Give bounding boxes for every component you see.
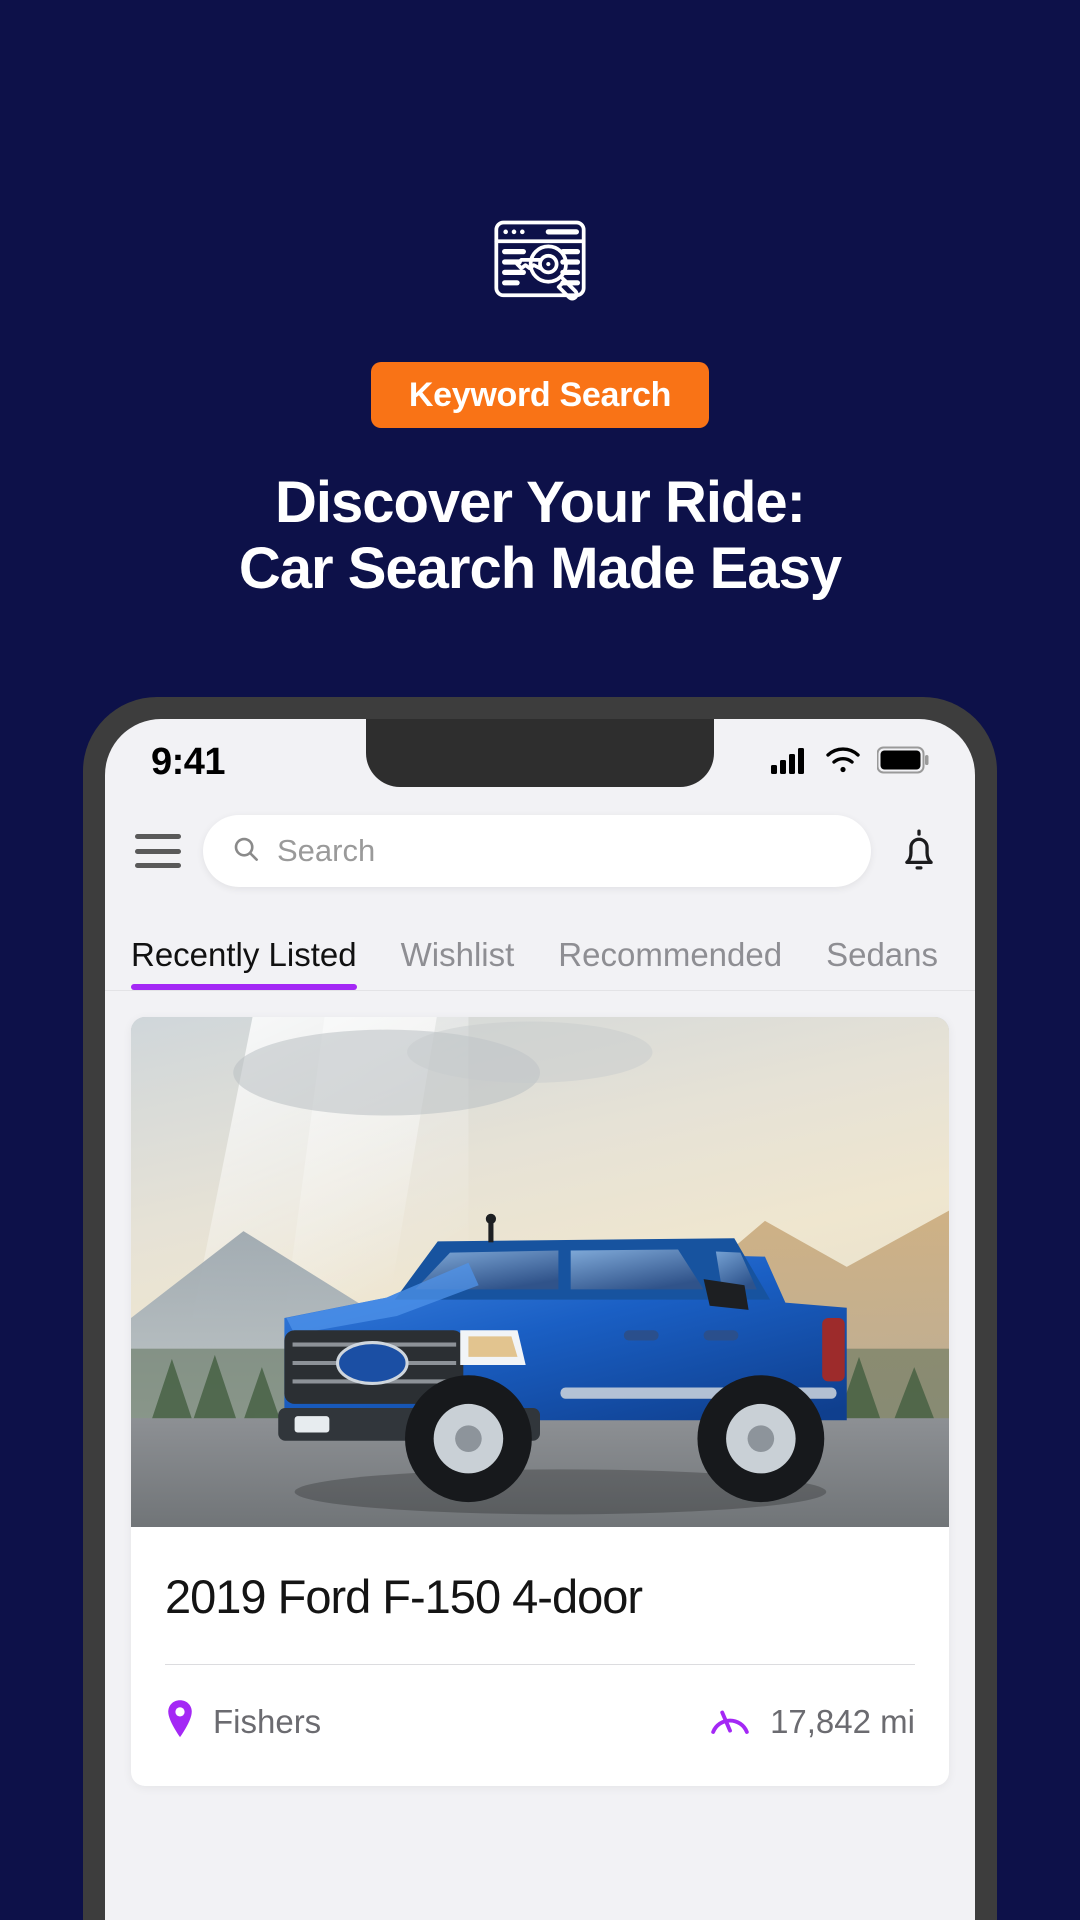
headline-line-1: Discover Your Ride: xyxy=(274,470,806,535)
bell-icon[interactable] xyxy=(893,825,945,877)
car-location-text: Fishers xyxy=(213,1702,322,1740)
status-time: 9:41 xyxy=(151,740,226,783)
car-photo xyxy=(131,1017,949,1527)
headline-line-2: Car Search Made Easy xyxy=(238,536,842,602)
tab-wishlist[interactable]: Wishlist xyxy=(401,936,515,990)
tab-recently-listed[interactable]: Recently Listed xyxy=(131,936,357,990)
hero-section: Keyword Search Discover Your Ride: Car S… xyxy=(0,0,1080,700)
status-indicators xyxy=(771,746,929,779)
car-meta-row: Fishers 17,842 mi xyxy=(131,1665,949,1786)
page-title: Discover Your Ride: Car Search Made Easy xyxy=(238,470,842,602)
location-pin-icon xyxy=(165,1699,195,1744)
category-tabs: Recently Listed Wishlist Recommended Sed… xyxy=(105,905,975,991)
car-mileage-text: 17,842 mi xyxy=(770,1702,915,1740)
car-listing-card[interactable]: 2019 Ford F-150 4-door Fishers 17,842 mi xyxy=(131,1017,949,1786)
wifi-icon xyxy=(825,746,861,779)
car-title: 2019 Ford F-150 4-door xyxy=(165,1570,643,1623)
odometer-gauge-icon xyxy=(708,1702,752,1741)
tab-recommended[interactable]: Recommended xyxy=(558,936,782,990)
keyword-search-badge[interactable]: Keyword Search xyxy=(370,362,710,428)
search-input[interactable]: Search xyxy=(203,815,871,887)
car-location: Fishers xyxy=(165,1699,321,1744)
phone-screen: 9:41 Search Recently Listed Wishlist Rec… xyxy=(105,719,975,1920)
browser-keyword-search-icon xyxy=(488,210,592,314)
car-mileage: 17,842 mi xyxy=(708,1702,915,1741)
phone-mockup: 9:41 Search Recently Listed Wishlist Rec… xyxy=(83,697,997,1920)
search-placeholder-text: Search xyxy=(277,833,376,868)
search-icon xyxy=(231,834,261,869)
app-top-bar: Search xyxy=(105,805,975,905)
cellular-signal-icon xyxy=(771,746,809,779)
tab-sedans[interactable]: Sedans xyxy=(826,936,938,990)
hamburger-menu-icon[interactable] xyxy=(135,834,181,868)
status-bar: 9:41 xyxy=(105,719,975,805)
battery-full-icon xyxy=(876,746,929,779)
